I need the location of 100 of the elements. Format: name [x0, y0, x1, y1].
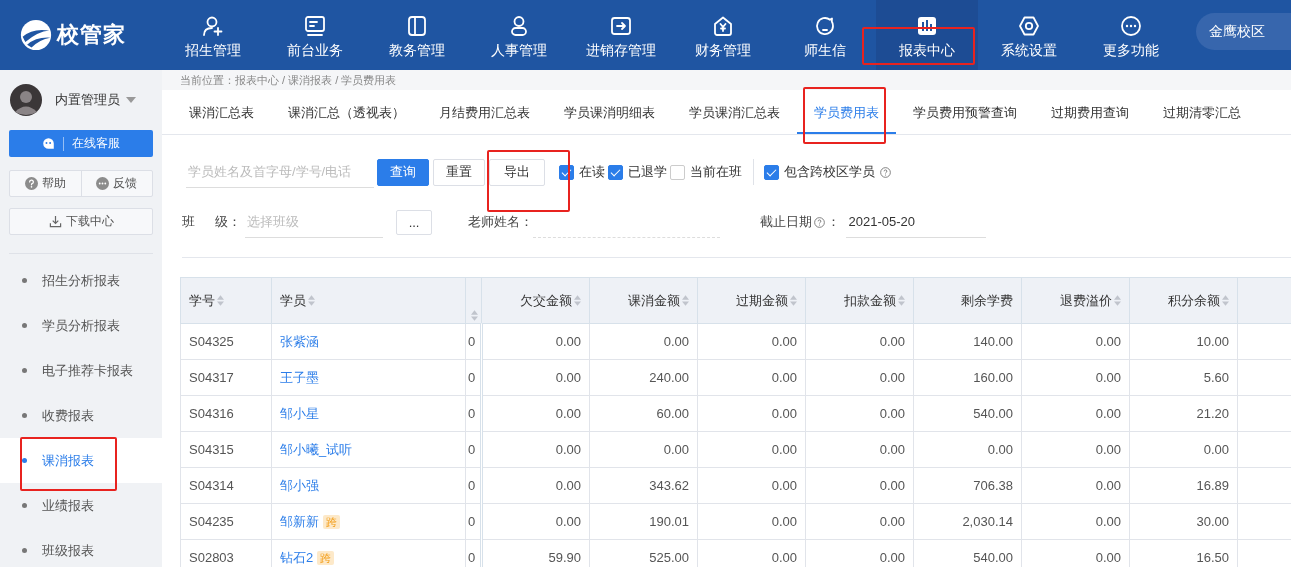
field-label: 班 级：	[182, 213, 241, 231]
column-header[interactable]: 退费溢价	[1021, 277, 1130, 324]
table-cell: 10.00	[1129, 323, 1238, 360]
table-cell: 0.00	[805, 359, 914, 396]
menu-item[interactable]: 学员分析报表	[0, 303, 162, 348]
column-header[interactable]: 学号	[180, 277, 272, 324]
download-center-button[interactable]: 下载中心	[9, 208, 153, 235]
column-header[interactable]: 积分余额	[1129, 277, 1238, 324]
table-cell: 0.00	[805, 467, 914, 504]
checkbox[interactable]	[670, 164, 685, 180]
student-link[interactable]: 钻石2	[280, 549, 314, 565]
table-cell: 540.00	[913, 395, 1022, 432]
class-picker-button[interactable]: ...	[395, 209, 433, 235]
table-cell: 0.00	[697, 431, 806, 468]
sort-icon[interactable]	[1114, 294, 1121, 306]
checkbox[interactable]	[608, 164, 623, 180]
menu-item[interactable]: 班级报表	[0, 528, 162, 567]
tab[interactable]: 过期费用查询	[1034, 91, 1146, 134]
sort-icon[interactable]	[217, 294, 224, 306]
cross-campus-badge: 跨	[317, 550, 335, 565]
table-cell: 2,030.14	[913, 503, 1022, 540]
nav-item[interactable]: 教务管理	[366, 0, 468, 70]
table-cell: 0.00	[805, 431, 914, 468]
sort-icon[interactable]	[790, 294, 797, 306]
table-cell: S04316	[180, 395, 272, 432]
tab[interactable]: 学员费用表	[797, 91, 896, 134]
table-cell: 0.00	[481, 323, 590, 360]
nav-item[interactable]: 人事管理	[468, 0, 570, 70]
help-button[interactable]: 帮助	[10, 171, 81, 196]
tab[interactable]: 课消汇总（透视表）	[271, 91, 422, 134]
table-cell: 21.20	[1129, 395, 1238, 432]
nav-item[interactable]: 师生信	[774, 0, 876, 70]
column-header[interactable]: 剩余学费	[913, 277, 1022, 324]
feedback-button[interactable]: 反馈	[80, 171, 152, 196]
help-icon[interactable]	[814, 216, 826, 228]
checkbox-label: 已退学	[628, 163, 667, 181]
student-link[interactable]: 邹小曦_试听	[280, 441, 353, 457]
field-label: ：	[827, 213, 841, 231]
sort-icon[interactable]	[898, 294, 905, 306]
menu-item[interactable]: 课消报表	[0, 438, 162, 483]
caret-icon[interactable]	[126, 97, 136, 103]
table-cell: 0	[465, 431, 482, 468]
breadcrumb: 当前位置：报表中心 / 课消报表 / 学员费用表	[162, 70, 1291, 90]
nav-item[interactable]: 更多功能	[1080, 0, 1182, 70]
tab[interactable]: 学员课消明细表	[547, 91, 672, 134]
reset-button[interactable]: 重置	[433, 158, 485, 186]
nav-item[interactable]: 报表中心	[876, 0, 978, 70]
table-cell: 0.00	[913, 431, 1022, 468]
table-cell: S04317	[180, 359, 272, 396]
menu-item[interactable]: 招生分析报表	[0, 258, 162, 303]
menu-item[interactable]: 收费报表	[0, 393, 162, 438]
table-cell: 30.00	[1129, 503, 1238, 540]
tab[interactable]: 学员费用预警查询	[896, 91, 1034, 134]
sort-icon[interactable]	[308, 294, 315, 306]
tab[interactable]: 月结费用汇总表	[422, 91, 547, 134]
help-icon[interactable]	[880, 166, 891, 178]
menu-label: 课消报表	[42, 451, 94, 470]
export-button[interactable]: 导出	[489, 158, 545, 186]
query-button[interactable]: 查询	[377, 158, 429, 186]
column-header[interactable]: 欠交金额	[481, 277, 590, 324]
checkbox[interactable]	[764, 164, 779, 180]
student-link[interactable]: 王子墨	[280, 369, 319, 385]
online-service-button[interactable]: 在线客服	[9, 130, 153, 157]
nav-item[interactable]: 前台业务	[264, 0, 366, 70]
avatar[interactable]	[10, 84, 42, 116]
campus-selector[interactable]: 金鹰校区	[1196, 13, 1291, 50]
column-header[interactable]: 课消金额	[589, 277, 698, 324]
nav-item[interactable]: 系统设置	[978, 0, 1080, 70]
table-cell: 0	[465, 323, 482, 360]
arrow-box-icon	[609, 14, 633, 38]
sort-icon[interactable]	[682, 294, 689, 306]
student-link[interactable]: 张紫涵	[280, 333, 319, 349]
panel-icon	[405, 14, 429, 38]
tab[interactable]: 课消汇总表	[172, 91, 271, 134]
table-cell: S04235	[180, 503, 272, 540]
table-cell: 0.00	[1021, 503, 1130, 540]
nav-item[interactable]: 招生管理	[162, 0, 264, 70]
user-name[interactable]: 内置管理员	[55, 91, 120, 109]
nav-item[interactable]: 财务管理	[672, 0, 774, 70]
more-icon	[1119, 14, 1143, 38]
sort-icon[interactable]	[1222, 294, 1229, 306]
student-link[interactable]: 邹小强	[280, 477, 319, 493]
menu-item[interactable]: 业绩报表	[0, 483, 162, 528]
bullet-icon	[22, 503, 27, 508]
nav-item[interactable]: 进销存管理	[570, 0, 672, 70]
tab[interactable]: 学员课消汇总表	[672, 91, 797, 134]
table-cell: 0	[465, 467, 482, 504]
table-cell: 0.00	[697, 467, 806, 504]
sort-icon[interactable]	[574, 294, 581, 306]
student-link[interactable]: 邹小星	[280, 405, 319, 421]
column-header[interactable]: 学员	[271, 277, 466, 324]
tab[interactable]: 过期清零汇总	[1146, 91, 1258, 134]
sort-icon[interactable]	[471, 310, 478, 321]
student-link[interactable]: 邹新新	[280, 513, 319, 529]
column-header[interactable]: 扣款金额	[805, 277, 914, 324]
field-label: 老师姓名：	[468, 213, 534, 231]
table-cell: 0.00	[1129, 431, 1238, 468]
bullet-icon	[22, 458, 27, 463]
column-header[interactable]: 过期金额	[697, 277, 806, 324]
menu-item[interactable]: 电子推荐卡报表	[0, 348, 162, 393]
